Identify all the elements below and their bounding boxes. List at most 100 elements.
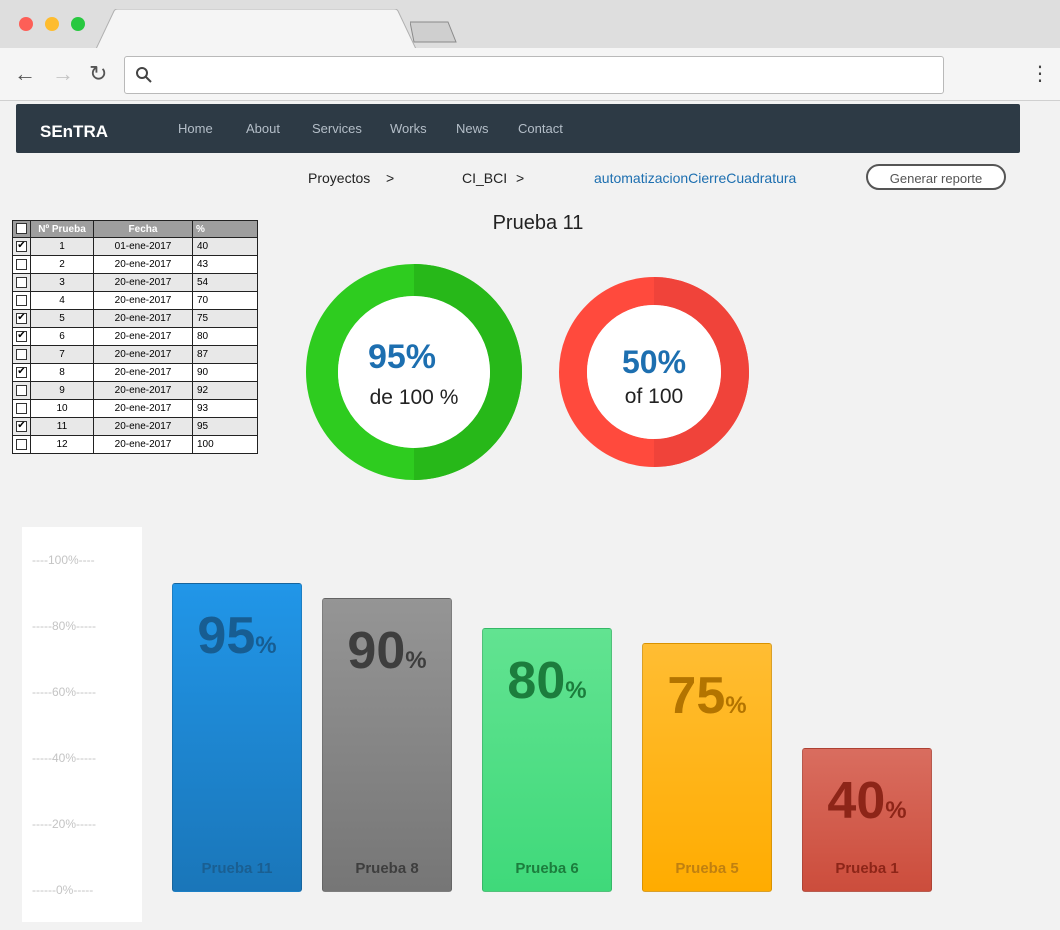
row-select-cell[interactable]: ✔ bbox=[12, 237, 31, 256]
table-row[interactable]: 4 20-ene-2017 70 bbox=[12, 291, 258, 310]
table-row[interactable]: ✔ 1 01-ene-2017 40 bbox=[12, 237, 258, 256]
donut-value: 50% bbox=[622, 344, 686, 380]
row-checkbox[interactable]: ✔ bbox=[16, 366, 27, 378]
bar-value-unit: % bbox=[885, 797, 907, 824]
close-window-icon[interactable] bbox=[19, 17, 33, 31]
cell-n-prueba: 1 bbox=[30, 237, 94, 256]
table-row[interactable]: ✔ 5 20-ene-2017 75 bbox=[12, 309, 258, 328]
column-header-n-prueba: Nº Prueba bbox=[30, 220, 94, 238]
row-checkbox[interactable]: ✔ bbox=[16, 240, 27, 252]
row-checkbox[interactable] bbox=[16, 402, 27, 414]
row-checkbox[interactable]: ✔ bbox=[16, 420, 27, 432]
back-arrow-icon[interactable]: ← bbox=[14, 60, 36, 88]
breadcrumb-item-ci-bci[interactable]: CI_BCI bbox=[462, 168, 507, 188]
results-table: Nº Prueba Fecha % ✔ 1 01-ene-2017 40 2 20-ene… bbox=[12, 220, 258, 454]
cell-n-prueba: 5 bbox=[30, 309, 94, 328]
breadcrumb-item-current[interactable]: automatizacionCierreCuadratura bbox=[594, 168, 796, 188]
table-row[interactable]: 9 20-ene-2017 92 bbox=[12, 381, 258, 400]
maximize-window-icon[interactable] bbox=[71, 17, 85, 31]
row-select-cell[interactable] bbox=[12, 273, 31, 292]
row-checkbox[interactable]: ✔ bbox=[16, 330, 27, 342]
cell-fecha: 20-ene-2017 bbox=[93, 345, 193, 364]
cell-fecha: 20-ene-2017 bbox=[93, 255, 193, 274]
cell-fecha: 20-ene-2017 bbox=[93, 435, 193, 454]
address-bar[interactable] bbox=[124, 56, 944, 94]
row-select-cell[interactable] bbox=[12, 345, 31, 364]
table-row[interactable]: 12 20-ene-2017 100 bbox=[12, 435, 258, 454]
cell-n-prueba: 4 bbox=[30, 291, 94, 310]
bar-value-label: 75% bbox=[643, 666, 771, 726]
y-axis-tick-label: ----100%---- bbox=[32, 553, 95, 567]
breadcrumb-separator: > bbox=[516, 170, 525, 186]
row-checkbox[interactable] bbox=[16, 348, 27, 360]
row-select-cell[interactable]: ✔ bbox=[12, 309, 31, 328]
cell-pct: 40 bbox=[192, 237, 258, 256]
cell-n-prueba: 6 bbox=[30, 327, 94, 346]
nav-link-works[interactable]: Works bbox=[390, 104, 427, 153]
forward-arrow-icon[interactable]: → bbox=[52, 60, 74, 88]
select-all-header[interactable] bbox=[12, 220, 31, 238]
cell-fecha: 20-ene-2017 bbox=[93, 417, 193, 436]
y-axis-tick-label: -----40%----- bbox=[32, 751, 96, 765]
donut-chart-secondary: 50% of 100 bbox=[559, 277, 749, 467]
table-row[interactable]: 10 20-ene-2017 93 bbox=[12, 399, 258, 418]
table-row[interactable]: 2 20-ene-2017 43 bbox=[12, 255, 258, 274]
row-select-cell[interactable]: ✔ bbox=[12, 363, 31, 382]
generate-report-button[interactable]: Generar reporte bbox=[866, 164, 1006, 190]
y-axis-tick-label: -----20%----- bbox=[32, 817, 96, 831]
nav-link-news[interactable]: News bbox=[456, 104, 489, 153]
row-select-cell[interactable] bbox=[12, 291, 31, 310]
bar-category-label: Prueba 11 bbox=[201, 860, 273, 877]
row-checkbox[interactable] bbox=[16, 276, 27, 288]
nav-link-home[interactable]: Home bbox=[178, 104, 213, 153]
cell-n-prueba: 12 bbox=[30, 435, 94, 454]
bar-category-label: Prueba 8 bbox=[355, 860, 419, 877]
table-row[interactable]: 3 20-ene-2017 54 bbox=[12, 273, 258, 292]
nav-link-contact[interactable]: Contact bbox=[518, 104, 563, 153]
row-select-cell[interactable]: ✔ bbox=[12, 417, 31, 436]
bar-value-unit: % bbox=[725, 692, 747, 719]
select-all-checkbox[interactable] bbox=[16, 223, 27, 235]
row-checkbox[interactable] bbox=[16, 258, 27, 270]
cell-pct: 80 bbox=[192, 327, 258, 346]
breadcrumb-item-proyectos[interactable]: Proyectos bbox=[308, 168, 370, 188]
row-select-cell[interactable] bbox=[12, 255, 31, 274]
bar-prueba-6[interactable]: 80% Prueba 6 bbox=[482, 628, 612, 892]
row-select-cell[interactable]: ✔ bbox=[12, 327, 31, 346]
row-select-cell[interactable] bbox=[12, 381, 31, 400]
row-checkbox[interactable] bbox=[16, 438, 27, 450]
table-row[interactable]: 7 20-ene-2017 87 bbox=[12, 345, 258, 364]
bar-value-number: 75 bbox=[667, 667, 726, 725]
table-row[interactable]: ✔ 6 20-ene-2017 80 bbox=[12, 327, 258, 346]
bar-prueba-1[interactable]: 40% Prueba 1 bbox=[802, 748, 932, 892]
cell-n-prueba: 2 bbox=[30, 255, 94, 274]
bar-value-unit: % bbox=[405, 647, 427, 674]
nav-link-services[interactable]: Services bbox=[312, 104, 362, 153]
brand-logo[interactable]: SEnTRA bbox=[40, 104, 108, 153]
minimize-window-icon[interactable] bbox=[45, 17, 59, 31]
bar-prueba-5[interactable]: 75% Prueba 5 bbox=[642, 643, 772, 892]
table-row[interactable]: ✔ 8 20-ene-2017 90 bbox=[12, 363, 258, 382]
row-select-cell[interactable] bbox=[12, 435, 31, 454]
cell-n-prueba: 10 bbox=[30, 399, 94, 418]
cell-pct: 75 bbox=[192, 309, 258, 328]
browser-menu-icon[interactable]: ⋮ bbox=[1030, 62, 1050, 86]
row-checkbox[interactable] bbox=[16, 294, 27, 306]
nav-link-about[interactable]: About bbox=[246, 104, 280, 153]
bar-value-label: 40% bbox=[803, 771, 931, 831]
y-axis-tick-label: -----80%----- bbox=[32, 619, 96, 633]
bar-value-unit: % bbox=[255, 632, 277, 659]
browser-tab-active[interactable] bbox=[96, 9, 416, 49]
row-checkbox[interactable]: ✔ bbox=[16, 312, 27, 324]
row-checkbox[interactable] bbox=[16, 384, 27, 396]
bar-prueba-11[interactable]: 95% Prueba 11 bbox=[172, 583, 302, 892]
cell-n-prueba: 9 bbox=[30, 381, 94, 400]
table-row[interactable]: ✔ 11 20-ene-2017 95 bbox=[12, 417, 258, 436]
row-select-cell[interactable] bbox=[12, 399, 31, 418]
cell-fecha: 20-ene-2017 bbox=[93, 399, 193, 418]
table-body: ✔ 1 01-ene-2017 40 2 20-ene-2017 43 3 20-ene-201… bbox=[12, 237, 258, 454]
reload-icon[interactable]: ↻ bbox=[89, 60, 107, 88]
new-tab-button[interactable] bbox=[410, 20, 460, 44]
bar-prueba-8[interactable]: 90% Prueba 8 bbox=[322, 598, 452, 892]
search-icon bbox=[136, 67, 152, 83]
